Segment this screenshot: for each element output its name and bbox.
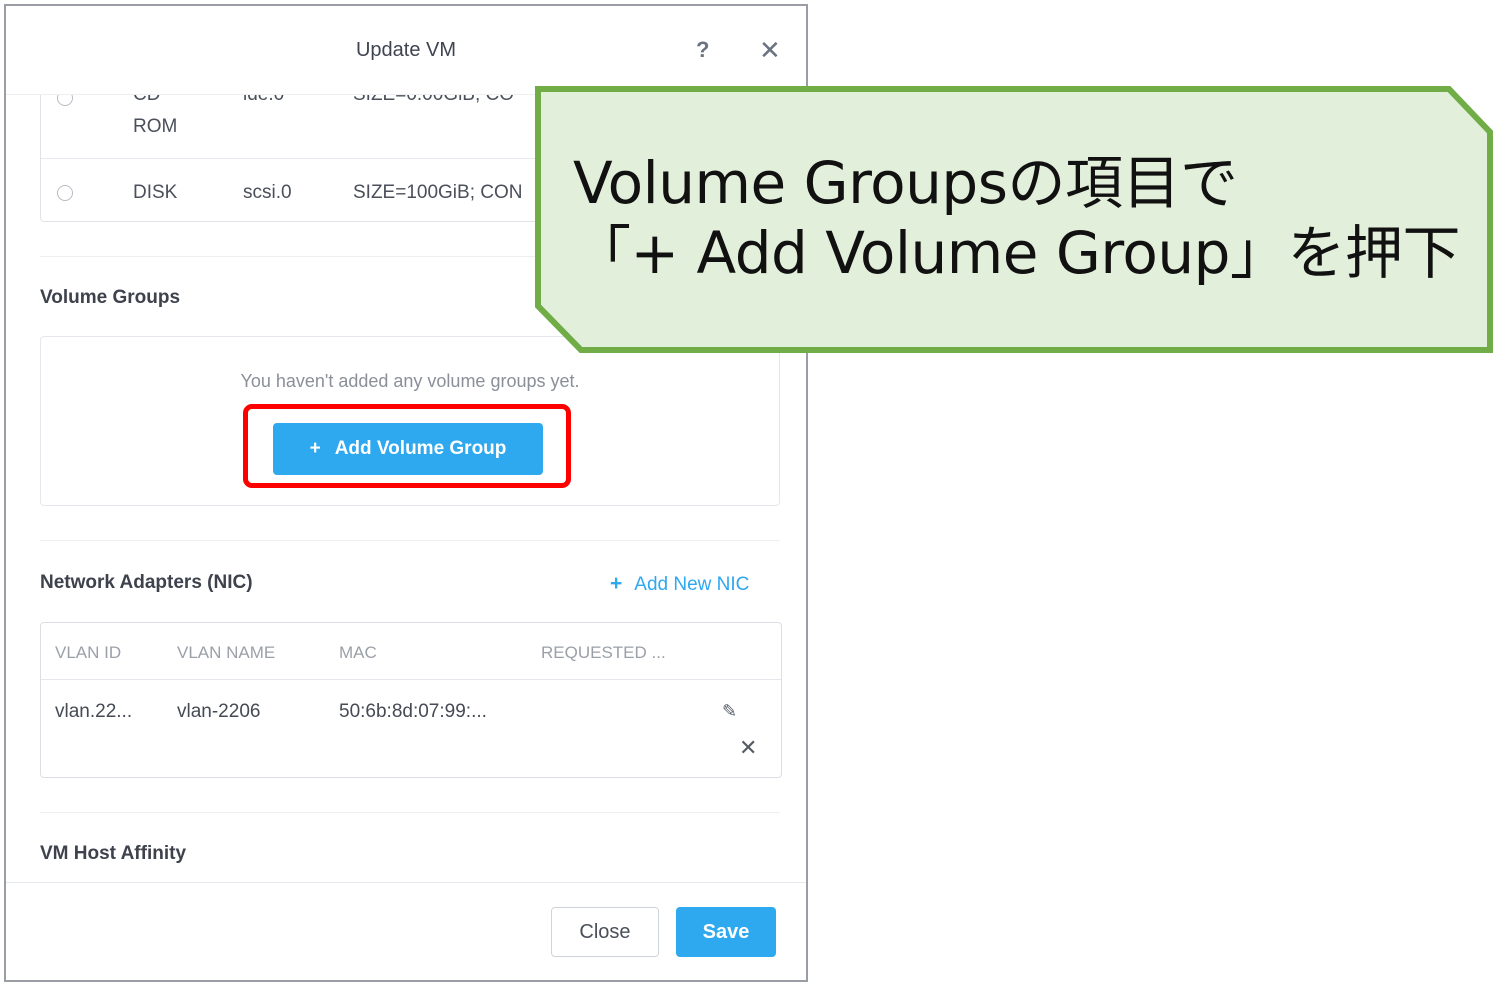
column-header-requested[interactable]: REQUESTED ... [541,643,666,663]
disk-select-radio[interactable] [57,185,73,201]
volume-groups-empty-text: You haven't added any volume groups yet. [240,371,580,391]
edit-nic-icon[interactable]: ✎ [722,701,737,722]
help-icon[interactable]: ? [696,37,709,63]
vlan-name-cell: vlan-2206 [177,701,261,722]
callout-line-2: 「+ Add Volume Group」を押下 [573,219,1461,287]
close-icon[interactable]: ✕ [759,35,781,66]
disk-type: DISK [133,182,178,203]
nic-table-header: VLAN ID VLAN NAME MAC REQUESTED ... [41,623,781,680]
annotation-callout: Volume Groupsの項目で 「+ Add Volume Group」を押… [535,86,1495,354]
disk-address: scsi.0 [243,182,292,203]
column-header-vlan-id[interactable]: VLAN ID [55,643,121,663]
plus-icon: + [610,572,623,595]
highlight-box [243,404,571,488]
modal-footer: Close Save [6,882,806,980]
section-divider [40,540,780,541]
remove-nic-icon[interactable]: ✕ [739,735,757,761]
modal-title: Update VM [355,39,457,61]
nic-section-title: Network Adapters (NIC) [40,572,253,593]
callout-line-1: Volume Groupsの項目で [573,149,1238,217]
disk-details: SIZE=100GiB; CON [353,182,523,203]
modal-header: Update VM ? ✕ [6,6,806,94]
mac-cell: 50:6b:8d:07:99:... [339,701,487,722]
save-button[interactable]: Save [676,907,776,957]
section-divider [40,812,780,813]
volume-groups-title: Volume Groups [40,287,181,308]
column-header-mac[interactable]: MAC [339,643,377,663]
column-header-vlan-name[interactable]: VLAN NAME [177,643,275,663]
disk-type-line2: ROM [133,116,178,137]
add-new-nic-label: Add New NIC [634,574,750,595]
add-new-nic-link[interactable]: + Add New NIC [610,572,749,596]
close-button[interactable]: Close [551,907,659,957]
host-affinity-title: VM Host Affinity [40,843,187,864]
nic-table: VLAN ID VLAN NAME MAC REQUESTED ... vlan… [40,622,782,778]
callout-text: Volume Groupsの項目で 「+ Add Volume Group」を押… [573,148,1461,288]
vlan-id-cell: vlan.22... [55,701,133,722]
